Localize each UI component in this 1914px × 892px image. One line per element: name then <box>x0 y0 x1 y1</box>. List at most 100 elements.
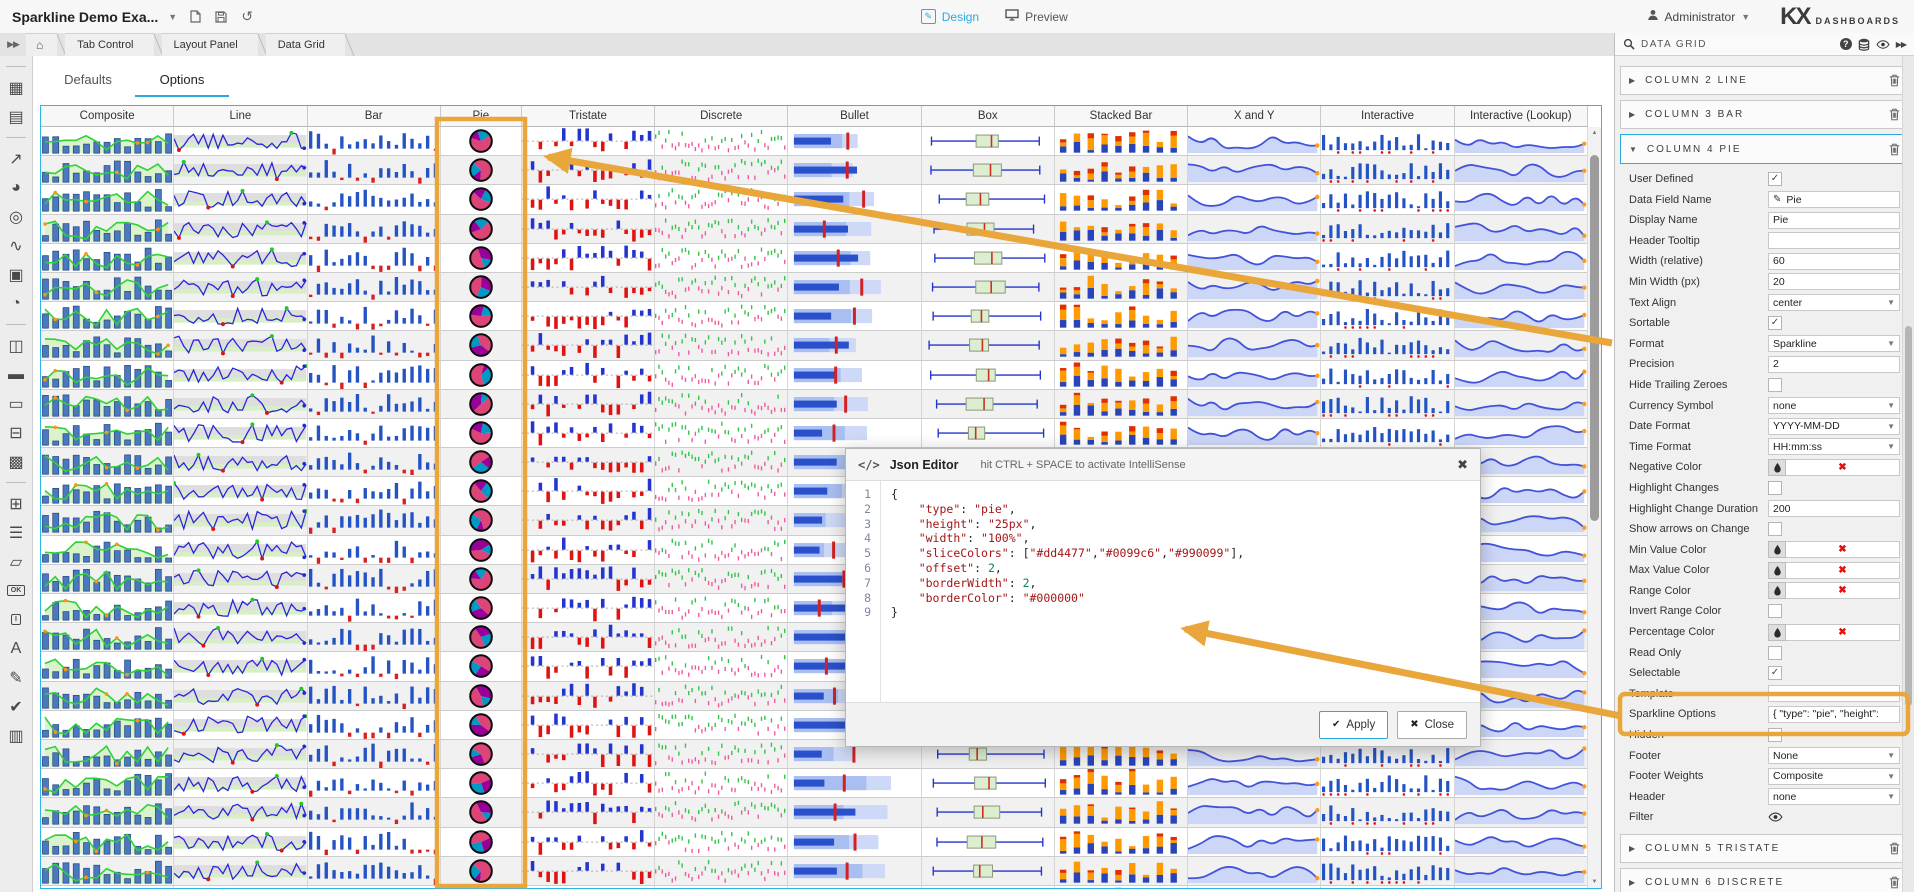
grid-cell-pie[interactable] <box>441 156 522 185</box>
grid-cell-pie[interactable] <box>441 477 522 506</box>
header-select[interactable]: none▼ <box>1768 788 1900 805</box>
grid-cell-box[interactable] <box>922 273 1055 302</box>
grid-cell-x-and-y[interactable] <box>1188 185 1321 214</box>
tab-defaults[interactable]: Defaults <box>41 72 135 97</box>
grid-cell-pie[interactable] <box>441 244 522 273</box>
grid-cell-composite[interactable] <box>41 244 174 273</box>
grid-cell-tristate[interactable] <box>522 798 655 827</box>
grid-cell-discrete[interactable] <box>655 652 788 681</box>
section-column-4-pie[interactable]: ▼COLUMN 4 PIE <box>1620 134 1909 164</box>
grid-cell-bar[interactable] <box>308 857 441 886</box>
grid-cell-discrete[interactable] <box>655 565 788 594</box>
donut-chart-component-icon[interactable]: ◎ <box>0 202 32 231</box>
column-header-composite[interactable]: Composite <box>41 106 174 127</box>
scroll-down-icon[interactable]: ▼ <box>1588 876 1601 888</box>
dashboard-title[interactable]: Sparkline Demo Exa... <box>12 9 158 25</box>
grid-cell-discrete[interactable] <box>655 244 788 273</box>
grid-cell-discrete[interactable] <box>655 769 788 798</box>
grid-cell-line[interactable] <box>174 652 307 681</box>
grid-cell-bar[interactable] <box>308 390 441 419</box>
breadcrumb-item-layout-panel[interactable]: Layout Panel <box>162 33 258 56</box>
grid-cell-bar[interactable] <box>308 828 441 857</box>
column-header-tristate[interactable]: Tristate <box>522 106 655 127</box>
grid-cell-composite[interactable] <box>41 215 174 244</box>
close-button[interactable]: ✖ Close <box>1397 711 1467 739</box>
grid-cell-bar[interactable] <box>308 185 441 214</box>
grid-cell-pie[interactable] <box>441 448 522 477</box>
dashboard-title-caret-icon[interactable]: ▼ <box>168 12 177 22</box>
grid-cell-line[interactable] <box>174 419 307 448</box>
highlight-change-duration-input[interactable]: 200 <box>1768 500 1900 517</box>
grid-cell-interactive-lookup[interactable] <box>1455 828 1588 857</box>
grid-cell-box[interactable] <box>922 156 1055 185</box>
grid-cell-discrete[interactable] <box>655 127 788 156</box>
list-component-icon[interactable]: ☰ <box>0 518 32 547</box>
range-color-clear[interactable]: ✖ <box>1786 582 1900 599</box>
grid-cell-pie[interactable] <box>441 652 522 681</box>
grid-cell-composite[interactable] <box>41 536 174 565</box>
grid-cell-x-and-y[interactable] <box>1188 769 1321 798</box>
save-icon[interactable] <box>213 9 229 25</box>
max-value-color-clear[interactable]: ✖ <box>1786 562 1900 579</box>
grid-cell-composite[interactable] <box>41 185 174 214</box>
grid-cell-bullet[interactable] <box>788 828 921 857</box>
grid-cell-bar[interactable] <box>308 798 441 827</box>
grid-cell-box[interactable] <box>922 361 1055 390</box>
json-code-editor[interactable]: 123456789 { "type": "pie", "height": "25… <box>846 481 1480 702</box>
new-dashboard-icon[interactable] <box>187 9 203 25</box>
grid-cell-bullet[interactable] <box>788 857 921 886</box>
min-value-color-clear[interactable]: ✖ <box>1786 541 1900 558</box>
cube-component-icon[interactable]: ▣ <box>0 260 32 289</box>
grid-cell-tristate[interactable] <box>522 652 655 681</box>
grid-cell-line[interactable] <box>174 361 307 390</box>
grid-cell-line[interactable] <box>174 477 307 506</box>
grid-cell-discrete[interactable] <box>655 419 788 448</box>
grid-cell-line[interactable] <box>174 828 307 857</box>
grid-cell-line[interactable] <box>174 740 307 769</box>
grid-cell-interactive-lookup[interactable] <box>1455 798 1588 827</box>
grid-cell-interactive-lookup[interactable] <box>1455 419 1588 448</box>
data-source-icon[interactable] <box>1858 38 1870 51</box>
sortable-checkbox[interactable]: ✓ <box>1768 316 1782 330</box>
grid-cell-tristate[interactable] <box>522 302 655 331</box>
grid-cell-bar[interactable] <box>308 536 441 565</box>
section-column-5-tristate[interactable]: ▶COLUMN 5 TRISTATE <box>1620 834 1909 863</box>
max-value-color-droplet-icon[interactable] <box>1768 562 1786 579</box>
grid-cell-composite[interactable] <box>41 623 174 652</box>
min-value-color-droplet-icon[interactable] <box>1768 541 1786 558</box>
footer-component-icon[interactable]: ▥ <box>0 721 32 750</box>
grid-cell-discrete[interactable] <box>655 623 788 652</box>
filter-eye-icon[interactable] <box>1768 812 1783 822</box>
grid-cell-pie[interactable] <box>441 273 522 302</box>
grid-cell-interactive[interactable] <box>1321 828 1454 857</box>
grid-cell-bullet[interactable] <box>788 156 921 185</box>
grid-cell-x-and-y[interactable] <box>1188 156 1321 185</box>
grid-cell-line[interactable] <box>174 448 307 477</box>
section-column-3-bar[interactable]: ▶COLUMN 3 BAR <box>1620 100 1909 129</box>
gauge-component-icon[interactable]: ◔ <box>0 289 32 318</box>
grid-cell-bar[interactable] <box>308 244 441 273</box>
grid-cell-stacked-bar[interactable] <box>1055 302 1188 331</box>
check-component-icon[interactable]: ✔ <box>0 692 32 721</box>
grid-cell-discrete[interactable] <box>655 798 788 827</box>
scroll-up-icon[interactable]: ▲ <box>1588 127 1601 139</box>
grid-cell-line[interactable] <box>174 506 307 535</box>
sparkline-options-input[interactable]: { "type": "pie", "height": <box>1768 706 1900 723</box>
grid-cell-x-and-y[interactable] <box>1188 244 1321 273</box>
grid-cell-composite[interactable] <box>41 302 174 331</box>
grid-cell-pie[interactable] <box>441 594 522 623</box>
currency-symbol-select[interactable]: none▼ <box>1768 397 1900 414</box>
grid-cell-interactive[interactable] <box>1321 127 1454 156</box>
grid-cell-tristate[interactable] <box>522 156 655 185</box>
grid-cell-interactive[interactable] <box>1321 244 1454 273</box>
grid-cell-tristate[interactable] <box>522 623 655 652</box>
grid-cell-bullet[interactable] <box>788 886 921 888</box>
read-only-checkbox[interactable] <box>1768 646 1782 660</box>
negative-color-clear[interactable]: ✖ <box>1786 459 1900 476</box>
text-align-select[interactable]: center▼ <box>1768 294 1900 311</box>
delete-column-icon[interactable] <box>1889 876 1900 889</box>
grid-cell-interactive[interactable] <box>1321 185 1454 214</box>
section-column-6-discrete[interactable]: ▶COLUMN 6 DISCRETE <box>1620 868 1909 892</box>
grid-cell-discrete[interactable] <box>655 857 788 886</box>
grid-cell-pie[interactable] <box>441 215 522 244</box>
